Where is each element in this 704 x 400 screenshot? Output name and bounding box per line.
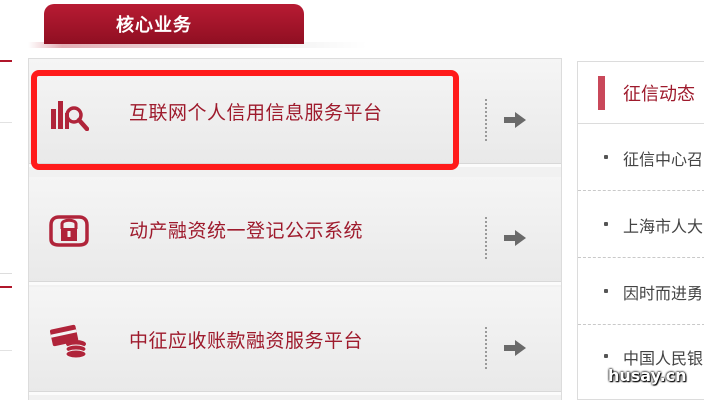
left-panel-fragment-lower (0, 286, 12, 400)
service-item-receivables-platform[interactable]: 中征应收账款融资服务平台 (29, 287, 561, 395)
service-item-label: 动产融资统一登记公示系统 (129, 220, 364, 242)
title-accent-bar (598, 76, 605, 110)
news-header: 征信动态 (578, 62, 704, 124)
core-business-tab-wrap: 核心业务 (28, 4, 368, 48)
divider (485, 217, 487, 259)
core-business-tab-label: 核心业务 (116, 15, 192, 36)
bullet-icon (604, 289, 608, 293)
bullet-icon (604, 354, 608, 358)
credit-news-panel: 征信动态 征信中心召 上海市人大 因时而进勇 中国人民银 (577, 61, 704, 400)
arrow-right-icon[interactable] (501, 227, 529, 249)
service-list: 互联网个人信用信息服务平台 动产融资统一登记公示系统 中征应收账款融资服务平台 (28, 58, 562, 400)
arrow-right-icon[interactable] (501, 109, 529, 131)
divider (485, 99, 487, 141)
chart-search-icon (51, 101, 89, 131)
bullet-icon (604, 222, 608, 226)
news-item[interactable]: 征信中心召 (578, 125, 704, 191)
watermark: husay.cn (608, 366, 687, 385)
money-lock-icon (49, 215, 89, 247)
news-item-text[interactable]: 因时而进勇 (623, 280, 703, 304)
service-item-credit-platform[interactable]: 互联网个人信用信息服务平台 (29, 59, 561, 167)
news-item[interactable]: 因时而进勇 (578, 259, 704, 325)
service-item-label: 互联网个人信用信息服务平台 (129, 102, 383, 124)
service-item-label: 中征应收账款融资服务平台 (129, 330, 364, 352)
arrow-right-icon[interactable] (501, 337, 529, 359)
news-item-text[interactable]: 征信中心召 (623, 146, 703, 170)
card-coins-icon (49, 324, 87, 359)
bullet-icon (604, 155, 608, 159)
news-item[interactable]: 上海市人大 (578, 192, 704, 258)
news-item-text[interactable]: 上海市人大 (623, 213, 703, 237)
left-panel-fragment (0, 60, 12, 274)
service-item-movable-property[interactable]: 动产融资统一登记公示系统 (29, 177, 561, 285)
news-title[interactable]: 征信动态 (623, 62, 695, 124)
core-business-tab[interactable]: 核心业务 (44, 4, 304, 44)
divider (485, 327, 487, 369)
